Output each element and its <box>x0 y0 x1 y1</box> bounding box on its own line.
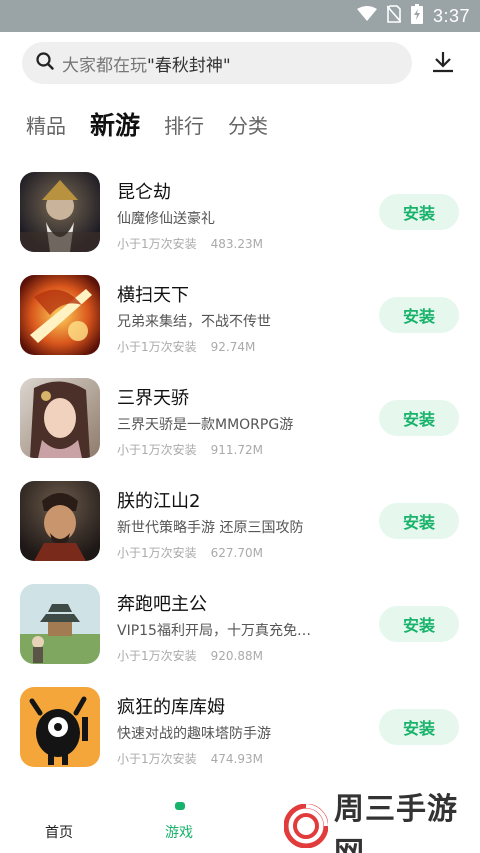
status-icons: 3:37 <box>356 4 470 28</box>
no-sim-icon <box>386 5 402 27</box>
game-icon-hengsaotianxia[interactable] <box>20 275 100 355</box>
game-meta: 小于1万次安装 920.88M <box>117 647 263 664</box>
tab-categories[interactable]: 分类 <box>228 110 268 139</box>
game-name: 昆仑劫 <box>117 182 171 203</box>
install-count: 小于1万次安装 <box>117 649 197 663</box>
nav-home[interactable]: 首页 <box>45 822 73 842</box>
install-count: 小于1万次安装 <box>117 546 197 560</box>
file-size: 92.74M <box>210 340 256 354</box>
watermark-logo-icon <box>283 803 329 852</box>
file-size: 911.72M <box>210 443 263 457</box>
game-meta: 小于1万次安装 911.72M <box>117 441 263 458</box>
game-list-item[interactable]: 朕的江山2 新世代策略手游 还原三国攻防 小于1万次安装 627.70M 安装 <box>0 481 480 585</box>
game-description: 三界天骄是一款MMORPG游 <box>117 417 294 433</box>
install-button[interactable]: 安装 <box>379 194 459 230</box>
gamepad-icon <box>175 802 185 810</box>
game-name: 横扫天下 <box>117 285 189 306</box>
status-bar: 3:37 <box>0 0 480 32</box>
install-count: 小于1万次安装 <box>117 237 197 251</box>
watermark: 周三手游网 <box>283 792 480 853</box>
install-count: 小于1万次安装 <box>117 752 197 766</box>
game-list-item[interactable]: 疯狂的库库姆 快速对战的趣味塔防手游 小于1万次安装 474.93M 安装 <box>0 687 480 791</box>
file-size: 474.93M <box>210 752 263 766</box>
game-icon-fengkuangdekukumu[interactable] <box>20 687 100 767</box>
file-size: 627.70M <box>210 546 263 560</box>
game-icon-sanjietianjiao[interactable] <box>20 378 100 458</box>
game-name: 三界天骄 <box>117 388 189 409</box>
install-button[interactable]: 安装 <box>379 400 459 436</box>
game-name: 疯狂的库库姆 <box>117 697 225 718</box>
search-placeholder: 大家都在玩"春秋封神" <box>62 51 231 76</box>
game-description: 兄弟来集结，不战不传世 <box>117 314 271 330</box>
watermark-text: 周三手游网 <box>334 792 458 853</box>
game-name: 奔跑吧主公 <box>117 594 207 615</box>
install-button[interactable]: 安装 <box>379 709 459 745</box>
game-description: 快速对战的趣味塔防手游 <box>117 726 271 742</box>
install-button[interactable]: 安装 <box>379 297 459 333</box>
game-meta: 小于1万次安装 474.93M <box>117 750 263 767</box>
install-button[interactable]: 安装 <box>379 606 459 642</box>
nav-games[interactable]: 游戏 <box>165 822 193 842</box>
battery-charging-icon <box>410 4 423 28</box>
download-icon <box>431 50 455 78</box>
search-prefix: 大家都在玩 <box>62 55 147 76</box>
category-tabs: 精品 新游 排行 分类 <box>26 104 292 144</box>
game-name: 朕的江山2 <box>117 491 201 512</box>
file-size: 483.23M <box>210 237 263 251</box>
game-description: 新世代策略手游 还原三国攻防 <box>117 520 304 536</box>
game-meta: 小于1万次安装 627.70M <box>117 544 263 561</box>
game-icon-benpaobazhugong[interactable] <box>20 584 100 664</box>
game-list-item[interactable]: 昆仑劫 仙魔修仙送豪礼 小于1万次安装 483.23M 安装 <box>0 172 480 276</box>
game-meta: 小于1万次安装 483.23M <box>117 235 263 252</box>
wifi-icon <box>356 6 377 26</box>
install-button[interactable]: 安装 <box>379 503 459 539</box>
tab-ranking[interactable]: 排行 <box>164 110 204 139</box>
game-list-item[interactable]: 横扫天下 兄弟来集结，不战不传世 小于1万次安装 92.74M 安装 <box>0 275 480 379</box>
tab-featured[interactable]: 精品 <box>26 110 66 139</box>
game-description: 仙魔修仙送豪礼 <box>117 211 215 227</box>
game-list-item[interactable]: 奔跑吧主公 VIP15福利开局，十万真充免… 小于1万次安装 920.88M 安装 <box>0 584 480 688</box>
status-time: 3:37 <box>432 5 470 26</box>
search-input[interactable]: 大家都在玩"春秋封神" <box>22 42 412 84</box>
game-icon-kunlunjie[interactable] <box>20 172 100 252</box>
search-highlight: "春秋封神" <box>147 55 231 76</box>
game-description: VIP15福利开局，十万真充免… <box>117 623 311 639</box>
install-count: 小于1万次安装 <box>117 340 197 354</box>
file-size: 920.88M <box>210 649 263 663</box>
search-icon <box>36 52 54 74</box>
game-icon-zhendejiangshan[interactable] <box>20 481 100 561</box>
game-meta: 小于1万次安装 92.74M <box>117 338 255 355</box>
game-list-item[interactable]: 三界天骄 三界天骄是一款MMORPG游 小于1万次安装 911.72M 安装 <box>0 378 480 482</box>
download-button[interactable] <box>429 50 457 78</box>
tab-new-games[interactable]: 新游 <box>90 106 140 142</box>
install-count: 小于1万次安装 <box>117 443 197 457</box>
